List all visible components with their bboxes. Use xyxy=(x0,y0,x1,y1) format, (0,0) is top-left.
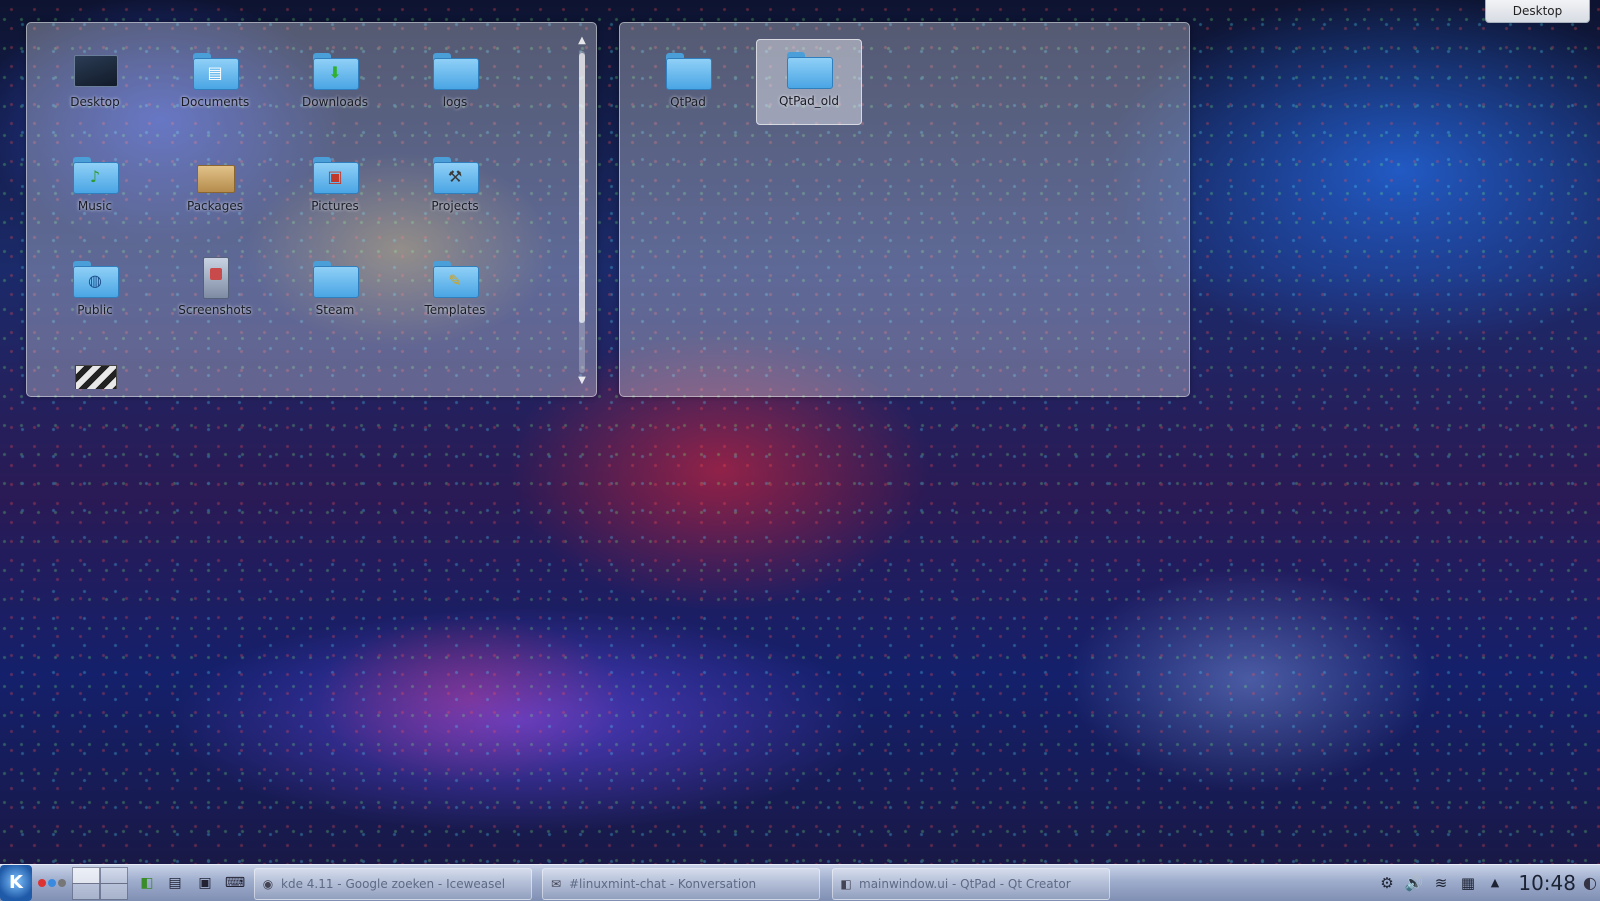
templates-folder-icon: ✎ xyxy=(431,257,479,299)
qtpad-folder-label: QtPad xyxy=(670,95,706,109)
desktop-icon xyxy=(71,49,119,91)
pager-desktop-4[interactable] xyxy=(100,883,128,900)
projects-folder-item[interactable]: ⚒ Projects xyxy=(403,145,507,229)
activity-dot-red-icon xyxy=(38,879,46,887)
folderview-qtpad-widget[interactable]: QtPad QtPad_old xyxy=(619,22,1190,397)
pager-desktop-2[interactable] xyxy=(100,867,128,884)
activity-dot-blue-icon xyxy=(48,879,56,887)
pictures-folder-label: Pictures xyxy=(311,199,359,213)
task-qt-creator-title: mainwindow.ui - QtPad - Qt Creator xyxy=(859,877,1071,891)
qt-creator-launcher-icon[interactable]: ◧ xyxy=(136,865,158,901)
folderview-home-widget[interactable]: Desktop ▤ Documents ⬇ Downloads logs ♪ M… xyxy=(26,22,597,397)
templates-folder-item[interactable]: ✎ Templates xyxy=(403,249,507,333)
virtual-desktop-pager[interactable] xyxy=(72,865,130,901)
task-qt-creator[interactable]: ◧ mainwindow.ui - QtPad - Qt Creator xyxy=(832,868,1110,900)
public-folder-icon: ◍ xyxy=(71,257,119,299)
packages-folder-label: Packages xyxy=(187,199,243,213)
screenshots-folder-item[interactable]: Screenshots xyxy=(163,249,267,333)
music-folder-item[interactable]: ♪ Music xyxy=(43,145,147,229)
steam-folder-label: Steam xyxy=(315,303,355,317)
music-folder-label: Music xyxy=(77,199,113,213)
videos-folder-item-partial[interactable] xyxy=(43,353,147,389)
qtpad-old-folder-item[interactable]: QtPad_old xyxy=(756,39,862,125)
downloads-folder-icon: ⬇ xyxy=(311,49,359,91)
task-konversation-title: #linuxmint-chat - Konversation xyxy=(569,877,757,891)
screenshot-icon xyxy=(191,257,239,299)
documents-folder-item[interactable]: ▤ Documents xyxy=(163,41,267,125)
terminal-launcher-icon[interactable]: ▣ xyxy=(194,865,216,901)
pager-desktop-3[interactable] xyxy=(72,883,100,900)
folder-icon xyxy=(785,48,833,90)
activities-button[interactable] xyxy=(34,865,70,901)
qt-creator-icon: ◧ xyxy=(840,877,852,891)
screenshots-folder-label: Screenshots xyxy=(178,303,252,317)
projects-folder-icon: ⚒ xyxy=(431,153,479,195)
music-folder-icon: ♪ xyxy=(71,153,119,195)
scroll-thumb[interactable] xyxy=(579,53,585,323)
keyboard-launcher-icon[interactable]: ⌨ xyxy=(224,865,246,901)
taskbar-panel: K ◧ ▤ ▣ ⌨ ◉ kde 4.11 - Google zoeken - Ic… xyxy=(0,864,1600,901)
qtpad-old-folder-label: QtPad_old xyxy=(778,94,840,108)
logs-folder-item[interactable]: logs xyxy=(403,41,507,125)
folder-icon xyxy=(431,49,479,91)
desktop-toolbox-button[interactable]: Desktop xyxy=(1485,0,1590,23)
network-manager-icon[interactable]: ⚙ xyxy=(1376,865,1398,901)
projects-folder-label: Projects xyxy=(431,199,479,213)
packages-folder-item[interactable]: Packages xyxy=(163,145,267,229)
documents-folder-icon: ▤ xyxy=(191,49,239,91)
pager-desktop-1[interactable] xyxy=(72,867,100,884)
pictures-folder-item[interactable]: ▣ Pictures xyxy=(283,145,387,229)
scroll-up-arrow-icon[interactable]: ▲ xyxy=(576,35,588,47)
folder-icon xyxy=(311,257,359,299)
task-iceweasel-title: kde 4.11 - Google zoeken - Iceweasel xyxy=(281,877,506,891)
scroll-down-arrow-icon[interactable]: ▼ xyxy=(576,375,588,387)
wifi-icon[interactable]: ≋ xyxy=(1430,865,1452,901)
clipboard-icon[interactable]: ▦ xyxy=(1457,865,1479,901)
qtpad-folder-item[interactable]: QtPad xyxy=(636,41,740,125)
public-folder-label: Public xyxy=(77,303,113,317)
public-folder-item[interactable]: ◍ Public xyxy=(43,249,147,333)
konversation-icon: ✉ xyxy=(550,877,562,891)
volume-icon[interactable]: 🔊 xyxy=(1403,865,1425,901)
downloads-folder-item[interactable]: ⬇ Downloads xyxy=(283,41,387,125)
tray-expand-arrow-icon[interactable]: ▲ xyxy=(1484,865,1506,901)
steam-folder-item[interactable]: Steam xyxy=(283,249,387,333)
folder-icon xyxy=(664,49,712,91)
package-icon xyxy=(191,153,239,195)
panel-toolbox-icon[interactable]: ◐ xyxy=(1580,865,1600,901)
templates-folder-label: Templates xyxy=(424,303,486,317)
folderview-scrollbar[interactable]: ▲ ▼ xyxy=(576,35,588,389)
desktop-folder-item[interactable]: Desktop xyxy=(43,41,147,125)
documents-folder-label: Documents xyxy=(180,95,250,109)
task-konversation[interactable]: ✉ #linuxmint-chat - Konversation xyxy=(542,868,820,900)
text-editor-launcher-icon[interactable]: ▤ xyxy=(164,865,186,901)
task-iceweasel[interactable]: ◉ kde 4.11 - Google zoeken - Iceweasel xyxy=(254,868,532,900)
logs-folder-label: logs xyxy=(442,95,468,109)
pictures-folder-icon: ▣ xyxy=(311,153,359,195)
clapperboard-icon xyxy=(71,361,119,389)
desktop-folder-label: Desktop xyxy=(70,95,120,109)
downloads-folder-label: Downloads xyxy=(302,95,368,109)
activity-dot-gray-icon xyxy=(58,879,66,887)
digital-clock[interactable]: 10:48 xyxy=(1506,865,1576,901)
iceweasel-icon: ◉ xyxy=(262,877,274,891)
kickoff-menu-button[interactable]: K xyxy=(0,865,32,901)
